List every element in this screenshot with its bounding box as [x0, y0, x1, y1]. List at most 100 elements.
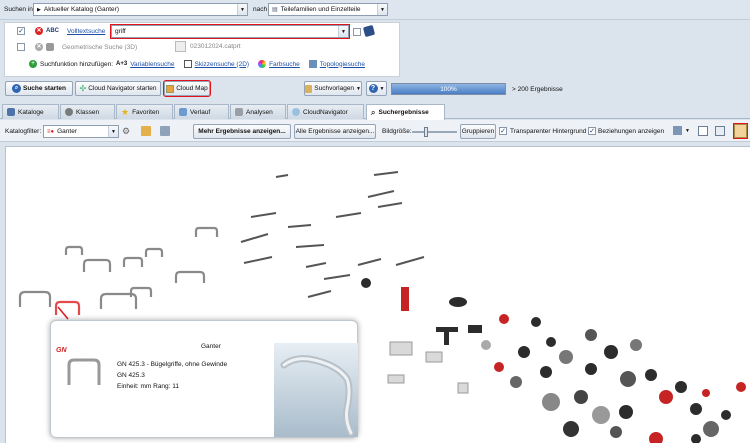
cube-icon [46, 43, 54, 51]
fulltext-input-value: griff [115, 28, 126, 35]
export-icon[interactable] [160, 126, 170, 136]
tab-label: CloudNavigator [303, 108, 348, 116]
grid-view-icon[interactable] [715, 126, 725, 136]
group-label: Gruppieren [461, 128, 495, 135]
search-templates-button[interactable]: Suchvorlagen ▼ [304, 81, 362, 96]
search-panel: ✓ ✕ ABC Volltextsuche griff ▼ ✕ Geometri… [4, 22, 400, 77]
slider-handle[interactable] [424, 127, 428, 137]
fulltext-search-link[interactable]: Volltextsuche [67, 28, 105, 35]
chevron-down-icon: ▼ [377, 4, 387, 15]
catalog-filter-select[interactable]: ≡● Ganter ▼ [43, 125, 119, 138]
tab-label: Klassen [76, 108, 100, 116]
geometric-checkbox[interactable] [17, 43, 25, 51]
part-thumbnail: GN [56, 337, 113, 389]
book-icon[interactable] [362, 24, 376, 38]
start-search-button[interactable]: ⌕ Suche starten [5, 81, 73, 96]
cloud-icon [292, 108, 300, 116]
cloud-navigator-icon: ✣ [79, 84, 87, 93]
selection-marker [57, 306, 69, 320]
fulltext-input[interactable]: griff ▼ [110, 24, 350, 39]
show-relations-label: Beziehungen anzeigen [598, 128, 665, 135]
chevron-down-icon: ▼ [338, 26, 348, 37]
tab-label: Kataloge [18, 108, 44, 116]
list-view-icon[interactable] [698, 126, 708, 136]
star-icon: ★ [121, 106, 130, 117]
image-size-slider[interactable] [412, 127, 457, 137]
tab-label: Favoriten [132, 108, 160, 116]
chevron-down-icon: ▼ [356, 85, 361, 92]
chevron-down-icon: ▼ [237, 4, 247, 15]
tab-catalogs[interactable]: Kataloge [2, 104, 59, 119]
show-relations-checkbox[interactable]: ✓ [588, 127, 596, 135]
catalog-select[interactable]: ▶ Aktueller Katalog (Ganter) ▼ [33, 3, 248, 16]
search-in-label: Suchen in [4, 6, 33, 13]
chevron-down-icon[interactable]: ▼ [685, 128, 690, 134]
tab-cloud-navigator[interactable]: CloudNavigator [287, 104, 364, 119]
analyses-icon [235, 108, 243, 116]
geometric-file: 023012024.catprt [190, 43, 241, 50]
tab-favorites[interactable]: ★ Favoriten [116, 104, 173, 119]
target-select-value: Teilefamilien und Einzelteile [280, 6, 361, 13]
topology-icon [308, 60, 317, 68]
more-results-label: Mehr Ergebnisse anzeigen... [198, 128, 286, 135]
bow-handle-thumbnail-icon [67, 358, 101, 385]
image-size-label: Bildgröße: [382, 128, 412, 135]
result-count: > 200 Ergebnisse [512, 86, 563, 93]
remove-icon[interactable]: ✕ [35, 27, 43, 35]
color-search-link[interactable]: Farbsuche [269, 61, 300, 68]
cloud-map-button[interactable]: Cloud Map [163, 80, 211, 97]
sketch-icon [183, 60, 192, 68]
gear-icon[interactable]: ⚙ [122, 126, 130, 137]
catalog-icon [7, 108, 15, 116]
topology-search-link[interactable]: Topologiesuche [320, 61, 365, 68]
tab-history[interactable]: Verlauf [174, 104, 229, 119]
cloud-navigator-label: Cloud Navigator starten [88, 85, 157, 92]
knob-parts [361, 278, 746, 443]
after-label: nach [253, 6, 268, 13]
tab-label: Suchergebnisse [378, 109, 429, 116]
search-templates-label: Suchvorlagen [314, 85, 355, 92]
tab-label: Verlauf [190, 108, 211, 116]
parts-icon: ▤ [272, 7, 278, 13]
misc-parts [387, 341, 469, 394]
help-button[interactable]: ? ▼ [366, 81, 387, 96]
catalog-arrow-icon: ▶ [37, 6, 41, 13]
tab-classes[interactable]: Klassen [60, 104, 115, 119]
abc-icon: ABC [46, 28, 59, 34]
tab-analyses[interactable]: Analysen [230, 104, 286, 119]
cloud-navigator-button[interactable]: ✣ Cloud Navigator starten [75, 81, 161, 96]
catalog-select-value: Aktueller Katalog (Ganter) [43, 6, 120, 13]
target-select[interactable]: ▤ Teilefamilien und Einzelteile ▼ [268, 3, 388, 16]
view-mode-icon[interactable] [673, 126, 682, 135]
remove-icon[interactable]: ✕ [35, 43, 43, 51]
all-results-label: Alle Ergebnisse anzeigen... [295, 128, 375, 135]
chevron-down-icon: ▼ [379, 85, 385, 92]
part-thumbnail-icon [175, 41, 186, 52]
ganter-logo: GN [56, 347, 67, 354]
results-toolbar: Katalogfilter: ≡● Ganter ▼ ⚙ Mehr Ergebn… [0, 120, 750, 142]
chevron-down-icon: ▼ [108, 126, 118, 137]
lever-parts [240, 171, 425, 298]
ganter-logo-icon: ≡● [47, 128, 55, 135]
all-results-button[interactable]: Alle Ergebnisse anzeigen... [294, 124, 376, 139]
transparent-bg-label: Transparenter Hintergrund [510, 128, 587, 135]
group-button[interactable]: Gruppieren [460, 124, 496, 139]
fulltext-checkbox[interactable]: ✓ [17, 27, 25, 35]
search-icon: ⌕ [371, 107, 376, 117]
bow-handle-preview-icon [280, 355, 355, 437]
tooltip-vendor: Ganter [201, 343, 221, 350]
cloud-map-view-icon[interactable] [733, 123, 748, 139]
add-icon: + [29, 60, 37, 68]
progress-bar: 100% [391, 83, 506, 95]
option-checkbox[interactable] [353, 28, 361, 36]
more-results-button[interactable]: Mehr Ergebnisse anzeigen... [193, 124, 291, 139]
transparent-bg-checkbox[interactable]: ✓ [499, 127, 507, 135]
home-icon[interactable] [141, 126, 151, 136]
variable-search-link[interactable]: Variablensuche [130, 61, 174, 68]
sketch-search-link[interactable]: Skizzensuche (2D) [195, 61, 250, 68]
tab-label: Analysen [246, 108, 273, 116]
catalog-filter-label: Katalogfilter: [5, 128, 42, 135]
tab-search-results[interactable]: ⌕ Suchergebnisse [366, 104, 445, 120]
cloud-map-label: Cloud Map [176, 85, 208, 92]
template-icon [305, 84, 313, 93]
